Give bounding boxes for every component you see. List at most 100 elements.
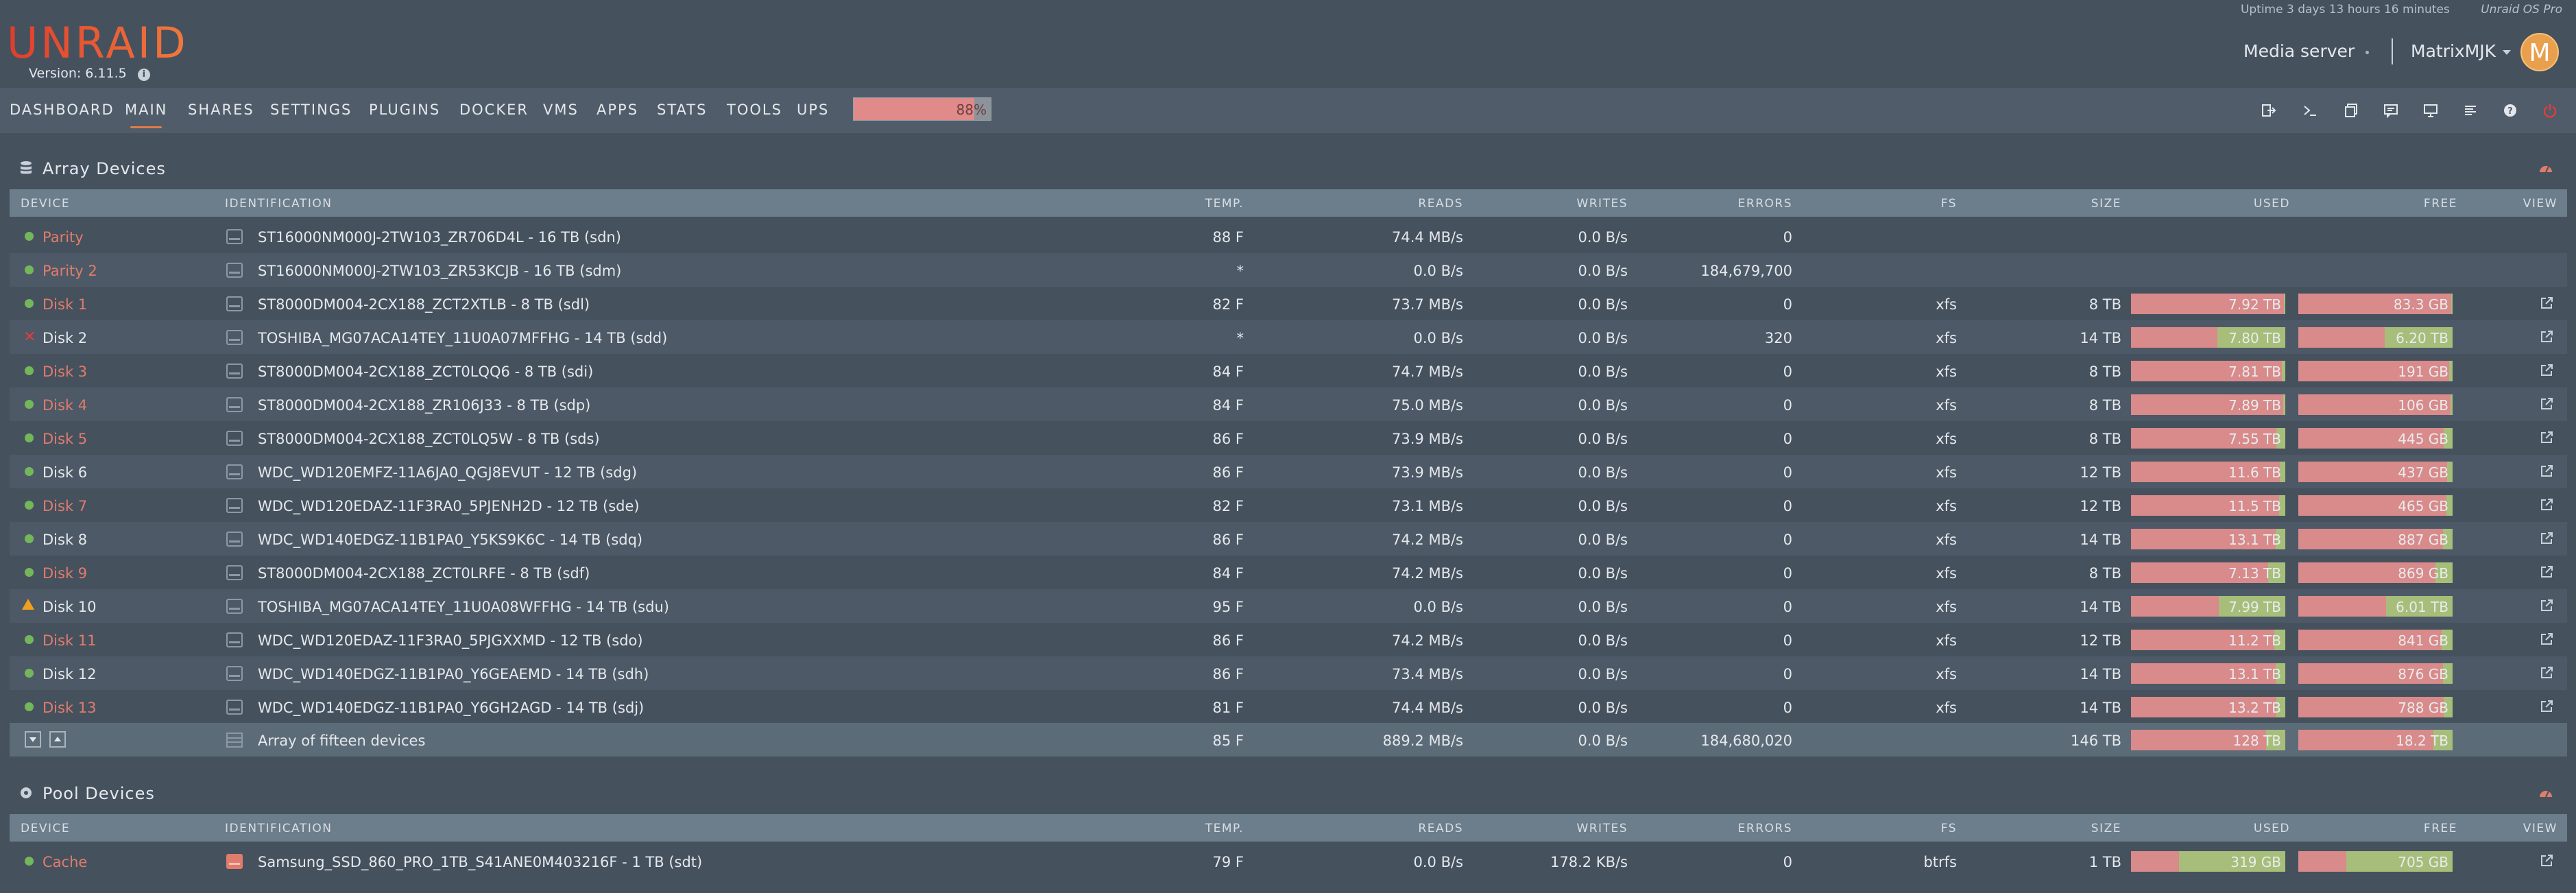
fs-value: xfs [1936,330,1957,346]
cpu-load-bar: 88% [853,97,991,121]
help-icon[interactable]: ? [2501,102,2519,119]
external-link-icon[interactable] [2540,498,2553,512]
external-link-icon[interactable] [2540,854,2553,868]
nav-plugins[interactable]: PLUGINS [369,102,440,118]
external-link-icon[interactable] [2540,599,2553,612]
device-name-link[interactable]: Disk 11 [43,632,97,649]
nav-vms[interactable]: VMS [543,102,579,118]
writes-value: 0.0 B/s [1578,565,1628,582]
table-row: Disk 11 WDC_WD120EDAZ-11F3RA0_5PJGXXMD - … [10,623,2567,656]
terminal-icon[interactable] [2301,102,2319,119]
nav-stats[interactable]: STATS [657,102,707,118]
external-link-icon[interactable] [2540,565,2553,579]
spin-down-button[interactable] [25,731,41,748]
free-bar: 788 GB [2298,697,2453,717]
free-bar: 106 GB [2298,394,2453,415]
external-link-icon[interactable] [2540,364,2553,377]
used-fill [2298,851,2346,872]
col-temp: TEMP. [1205,822,1244,835]
status-ok-icon [25,400,34,409]
device-identification: WDC_WD120EDAZ-11F3RA0_5PJENH2D - 12 TB (… [258,498,640,514]
temp-value: * [1236,330,1244,346]
feedback-icon[interactable] [2382,102,2400,119]
table-row: Disk 8 WDC_WD140EDGZ-11B1PA0_Y5KS9K6C - 1… [10,522,2567,556]
external-link-icon[interactable] [2540,532,2553,545]
used-bar: 11.5 TB [2131,495,2285,516]
device-name-link[interactable]: Parity 2 [43,263,97,279]
nav-tools[interactable]: TOOLS [727,102,782,118]
fs-value: xfs [1936,666,1957,682]
nav-apps[interactable]: APPS [597,102,638,118]
disk-icon [226,532,243,547]
device-name-link[interactable]: Disk 5 [43,431,87,447]
external-link-icon[interactable] [2540,464,2553,478]
device-name-link[interactable]: Disk 8 [43,532,87,548]
free-bar: 6.20 TB [2298,327,2453,348]
temp-value: 86 F [1212,431,1244,447]
used-bar: 7.13 TB [2131,562,2285,583]
unraid-logo[interactable]: UNRAID [7,18,189,68]
temp-value: 79 F [1212,854,1244,870]
col-reads: READS [1418,822,1463,835]
cpu-load-text: 88% [956,102,987,118]
external-link-icon[interactable] [2540,666,2553,680]
avatar[interactable]: M [2520,33,2559,71]
reads-value: 74.4 MB/s [1392,229,1463,246]
used-value: 7.99 TB [2228,599,2281,615]
server-name-menu[interactable]: Media server [2243,41,2370,61]
logout-icon[interactable] [2260,102,2278,119]
status-ok-icon [25,232,34,241]
fs-value: xfs [1936,397,1957,414]
device-name-link[interactable]: Disk 9 [43,565,87,582]
external-link-icon[interactable] [2540,431,2553,444]
external-link-icon[interactable] [2540,330,2553,344]
reads-value: 73.9 MB/s [1392,431,1463,447]
power-icon[interactable] [2541,102,2559,119]
device-name-link[interactable]: Parity [43,229,84,246]
user-menu[interactable]: MatrixMJK [2411,41,2512,61]
disk-icon [226,464,243,479]
nav-docker[interactable]: DOCKER [459,102,529,118]
used-value: 7.89 TB [2228,397,2281,414]
device-name-link[interactable]: Disk 2 [43,330,87,346]
free-value: 445 GB [2398,431,2448,447]
device-name-link[interactable]: Disk 12 [43,666,97,682]
free-bar: 869 GB [2298,562,2453,583]
external-link-icon[interactable] [2540,296,2553,310]
device-identification: TOSHIBA_MG07ACA14TEY_11U0A08WFFHG - 14 T… [258,599,669,615]
gauge-icon[interactable] [2538,787,2553,798]
fs-value: xfs [1936,364,1957,380]
external-link-icon[interactable] [2540,632,2553,646]
nav-shares[interactable]: SHARES [188,102,254,118]
device-name-link[interactable]: Cache [43,854,87,870]
device-name-link[interactable]: Disk 7 [43,498,87,514]
device-name-link[interactable]: Disk 6 [43,464,87,481]
device-name-link[interactable]: Disk 1 [43,296,87,313]
size-value: 14 TB [2080,532,2121,548]
disk-icon [226,854,243,869]
monitor-icon[interactable] [2422,102,2440,119]
col-size: SIZE [2091,197,2121,211]
device-identification: ST8000DM004-2CX188_ZCT2XTLB - 8 TB (sdl) [258,296,590,313]
nav-main[interactable]: MAIN [125,102,167,128]
nav-ups[interactable]: UPS [797,102,829,118]
external-link-icon[interactable] [2540,397,2553,411]
external-link-icon[interactable] [2540,700,2553,713]
log-icon[interactable] [2461,102,2479,119]
device-name-link[interactable]: Disk 3 [43,364,87,380]
reads-value: 0.0 B/s [1413,854,1464,870]
spin-up-button[interactable] [49,731,66,748]
copy-icon[interactable] [2342,102,2360,119]
total-errors: 184,680,020 [1700,733,1792,749]
free-bar: 191 GB [2298,361,2453,381]
free-value: 887 GB [2398,532,2448,548]
info-icon[interactable]: i [137,69,150,81]
table-row: Disk 7 WDC_WD120EDAZ-11F3RA0_5PJENH2D - 1… [10,488,2567,522]
device-name-link[interactable]: Disk 13 [43,700,97,716]
device-name-link[interactable]: Disk 4 [43,397,87,414]
gauge-icon[interactable] [2538,162,2553,173]
nav-settings[interactable]: SETTINGS [270,102,352,118]
device-name-link[interactable]: Disk 10 [43,599,97,615]
table-row: Parity ST16000NM000J-2TW103_ZR706D4L - 16… [10,219,2567,253]
nav-dashboard[interactable]: DASHBOARD [10,102,115,118]
